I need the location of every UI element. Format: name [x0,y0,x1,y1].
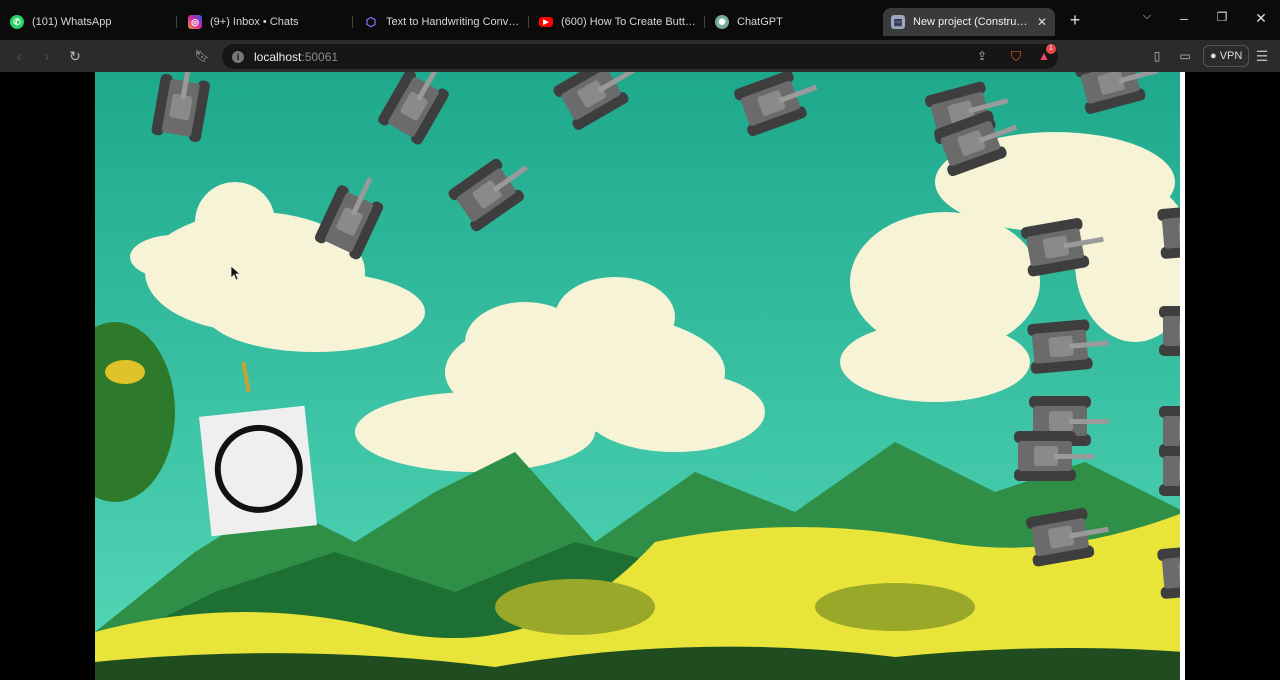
grass-tuft [495,579,655,635]
forward-icon[interactable]: › [37,46,57,66]
tab-construct-active[interactable]: ▤ New project (Construct 2 p ✕ [883,8,1055,36]
restore-icon[interactable]: ❐ [1212,10,1232,24]
tab-label: (9+) Inbox • Chats [210,16,299,28]
chatgpt-icon: ✺ [715,15,729,29]
bookmark-icon[interactable]: 🔖︎ [192,46,212,66]
tab-divider [704,16,705,28]
tab-instagram[interactable]: ◎ (9+) Inbox • Chats [188,8,338,36]
tab-youtube[interactable]: ▶ (600) How To Create Buttons D [539,8,697,36]
tab-label: Text to Handwriting Converter [386,16,522,28]
hexagon-icon: ⬡ [365,15,377,29]
reload-icon[interactable]: ↻ [65,46,85,66]
brave-rewards-icon[interactable]: ▲ 1 [1034,44,1056,66]
vpn-button[interactable]: ● VPN [1203,45,1250,67]
youtube-icon: ▶ [539,17,553,27]
virtual-joystick[interactable] [199,405,317,537]
tab-divider [176,16,177,28]
mouse-cursor-icon [231,266,241,280]
share-icon[interactable]: ⇪ [972,46,992,66]
url-host: localhost [254,49,302,64]
joystick-ring[interactable] [210,420,308,518]
game-canvas[interactable] [95,72,1185,680]
address-bar[interactable]: i localhost:50061 [222,44,1058,69]
tab-label: ChatGPT [737,16,783,28]
grass-tuft [815,583,975,631]
menu-icon[interactable]: ☰ [1252,46,1272,66]
url-port: :50061 [301,49,339,64]
canvas-edge [1180,72,1185,680]
flower-cluster [105,360,145,384]
back-icon[interactable]: ‹ [9,46,29,66]
window-close-icon[interactable]: ✕ [1251,10,1271,27]
tab-label: New project (Construct 2 p [913,16,1031,28]
tab-whatsapp[interactable]: ✆ (101) WhatsApp [10,8,160,36]
tab-strip: ✆ (101) WhatsApp ◎ (9+) Inbox • Chats ⬡ … [0,0,1280,40]
tab-divider [528,16,529,28]
rewards-badge: 1 [1046,44,1056,54]
tab-chatgpt[interactable]: ✺ ChatGPT [715,8,865,36]
browser-toolbar: ‹ › ↻ 🔖︎ i localhost:50061 ⇪ ⛉ ▲ 1 ▯ ▭ ● … [0,40,1280,72]
new-tab-icon[interactable]: + [1066,11,1084,29]
close-tab-icon[interactable]: ✕ [1037,15,1047,29]
instagram-icon: ◎ [188,15,202,29]
tab-search-icon[interactable]: ⌵ [1137,10,1157,23]
wallet-icon[interactable]: ▭ [1175,46,1195,66]
tab-divider [352,16,353,28]
site-info-icon[interactable]: i [232,50,244,63]
sidebar-icon[interactable]: ▯ [1147,46,1167,66]
tab-handwriting[interactable]: ⬡ Text to Handwriting Converter [364,8,522,36]
brave-shield-icon[interactable]: ⛉ [1006,46,1026,66]
tab-label: (101) WhatsApp [32,16,112,28]
construct-icon: ▤ [891,15,905,29]
whatsapp-icon: ✆ [10,15,24,29]
enemy-tank [1010,427,1094,485]
enemy-tank [1023,313,1112,378]
minimize-icon[interactable]: – [1174,10,1194,26]
tab-label: (600) How To Create Buttons D [561,16,697,28]
vpn-label: VPN [1219,50,1243,62]
game-background [95,72,1185,680]
